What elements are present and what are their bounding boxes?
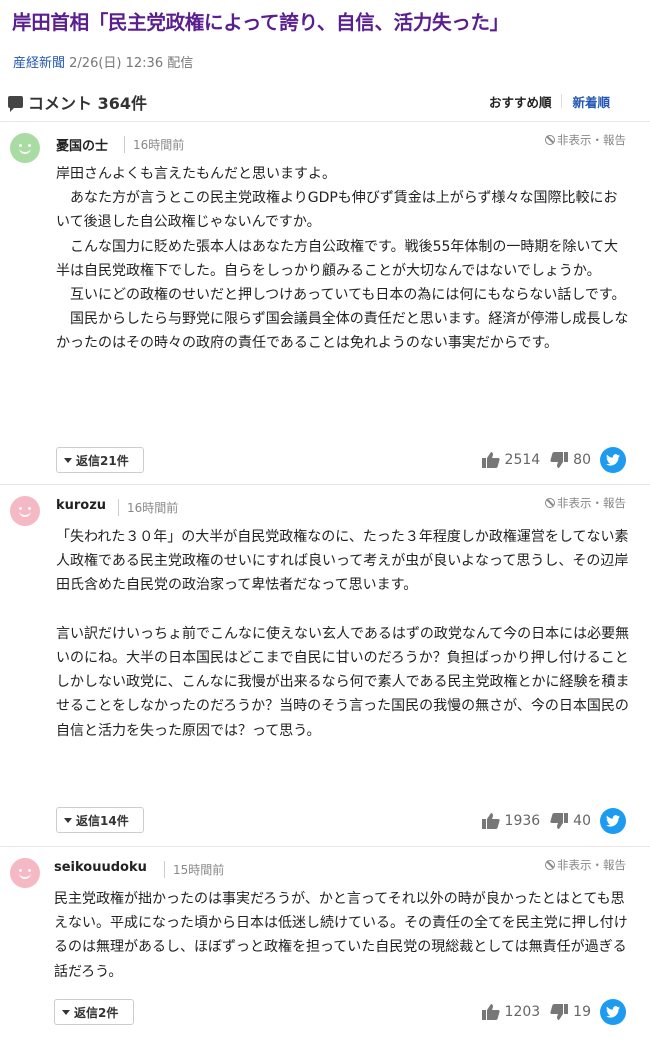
replies-button[interactable]: 返信21件 — [56, 447, 144, 473]
comment-body: 民主党政権が拙かったのは事実だろうが、かと言ってそれ以外の時が良かったとはとても… — [54, 887, 628, 984]
comments-count: コメント 364件 — [28, 94, 147, 113]
comment-username[interactable]: 憂国の士 — [56, 135, 108, 154]
thumbs-down-icon — [550, 1004, 569, 1020]
comment-actions: 1936 40 — [472, 808, 626, 834]
caret-down-icon — [64, 817, 72, 823]
comment-paragraph: 民主党政権が拙かったのは事実だろうが、かと言ってそれ以外の時が良かったとはとても… — [54, 891, 628, 980]
comment-time: 16時間前 — [124, 136, 184, 153]
publish-date: 2/26(日) 12:36 配信 — [69, 56, 194, 71]
thumbs-down-icon — [550, 813, 569, 829]
comment-paragraph: こんな国力に貶めた張本人はあなた方自公政権です。戦後55年体制の一時期を除いて大… — [56, 238, 618, 279]
twitter-share-button[interactable] — [600, 447, 626, 473]
comment-username[interactable]: kurozu — [56, 498, 106, 513]
hide-report-link[interactable]: 非表示・報告 — [545, 132, 626, 148]
hide-report-link[interactable]: 非表示・報告 — [545, 857, 626, 873]
comment-paragraph: 言い訳だけいっちょ前でこんなに使えない玄人であるはずの政党なんて今の日本には必要… — [56, 625, 630, 739]
thumbs-up-icon — [481, 452, 500, 468]
comments-header: コメント 364件 おすすめ順 新着順 — [0, 82, 650, 122]
twitter-icon — [606, 815, 620, 827]
like-button[interactable]: 1936 — [481, 813, 540, 829]
avatar — [10, 133, 40, 163]
sort-tabs: おすすめ順 新着順 — [479, 92, 620, 111]
thumbs-up-icon — [481, 813, 500, 829]
comment-time: 16時間前 — [118, 499, 178, 516]
thumbs-up-icon — [481, 1004, 500, 1020]
comment-time: 15時間前 — [164, 861, 224, 878]
sort-newest-tab[interactable]: 新着順 — [562, 92, 620, 111]
twitter-icon — [606, 1006, 620, 1018]
comment-paragraph — [56, 598, 630, 622]
source-link[interactable]: 産経新聞 — [13, 56, 65, 71]
dislike-button[interactable]: 19 — [550, 1004, 591, 1020]
replies-button[interactable]: 返信2件 — [54, 999, 134, 1025]
dislike-button[interactable]: 80 — [550, 452, 591, 468]
caret-down-icon — [62, 1009, 70, 1015]
article-title: 岸田首相「民主党政権によって誇り、自信、活力失った」 — [12, 11, 509, 34]
dislike-button[interactable]: 40 — [550, 813, 591, 829]
twitter-share-button[interactable] — [600, 808, 626, 834]
replies-button[interactable]: 返信14件 — [56, 807, 144, 833]
comments-title: コメント 364件 — [8, 90, 147, 114]
comment-paragraph: 岸田さんよくも言えたもんだと思いますよ。 — [56, 166, 336, 182]
comment-actions: 2514 80 — [472, 447, 626, 473]
comment-body: 「失われた３０年」の大半が自民党政権なのに、たった３年程度しか政権運営をしてない… — [56, 525, 630, 743]
twitter-share-button[interactable] — [600, 999, 626, 1025]
block-icon — [545, 860, 555, 870]
sort-recommended-tab[interactable]: おすすめ順 — [479, 92, 562, 111]
block-icon — [545, 498, 555, 508]
avatar — [10, 858, 40, 888]
twitter-icon — [606, 454, 620, 466]
comment-actions: 1203 19 — [472, 999, 626, 1025]
comment-item: seikouudoku 15時間前 非表示・報告 民主党政権が拙かったのは事実だ… — [0, 847, 650, 1039]
comment-item: kurozu 16時間前 非表示・報告 「失われた３０年」の大半が自民党政権なの… — [0, 485, 650, 847]
comment-item: 憂国の士 16時間前 非表示・報告 岸田さんよくも言えたもんだと思いますよ。 あ… — [0, 122, 650, 485]
like-button[interactable]: 1203 — [481, 1004, 540, 1020]
article-meta: 産経新聞 2/26(日) 12:36 配信 — [13, 52, 193, 71]
comment-paragraph: 「失われた３０年」の大半が自民党政権なのに、たった３年程度しか政権運営をしてない… — [56, 529, 629, 594]
thumbs-down-icon — [550, 452, 569, 468]
comment-icon — [8, 96, 23, 112]
hide-report-link[interactable]: 非表示・報告 — [545, 495, 626, 511]
comment-username[interactable]: seikouudoku — [54, 860, 147, 875]
avatar — [10, 496, 40, 526]
caret-down-icon — [64, 457, 72, 463]
comment-paragraph: 互いにどの政権のせいだと押しつけあっていても日本の為には何にもならない話しです。 — [56, 287, 626, 304]
block-icon — [545, 135, 555, 145]
comment-paragraph: 国民からしたら与野党に限らず国会議員全体の責任だと思います。経済が停滞し成長しな… — [56, 311, 629, 352]
comment-body: 岸田さんよくも言えたもんだと思いますよ。 あなた方が言うとこの民主党政権よりGD… — [56, 162, 630, 356]
comment-paragraph: あなた方が言うとこの民主党政権よりGDPも伸びず賃金は上がらず様々な国際比較にお… — [56, 190, 618, 231]
like-button[interactable]: 2514 — [481, 452, 540, 468]
